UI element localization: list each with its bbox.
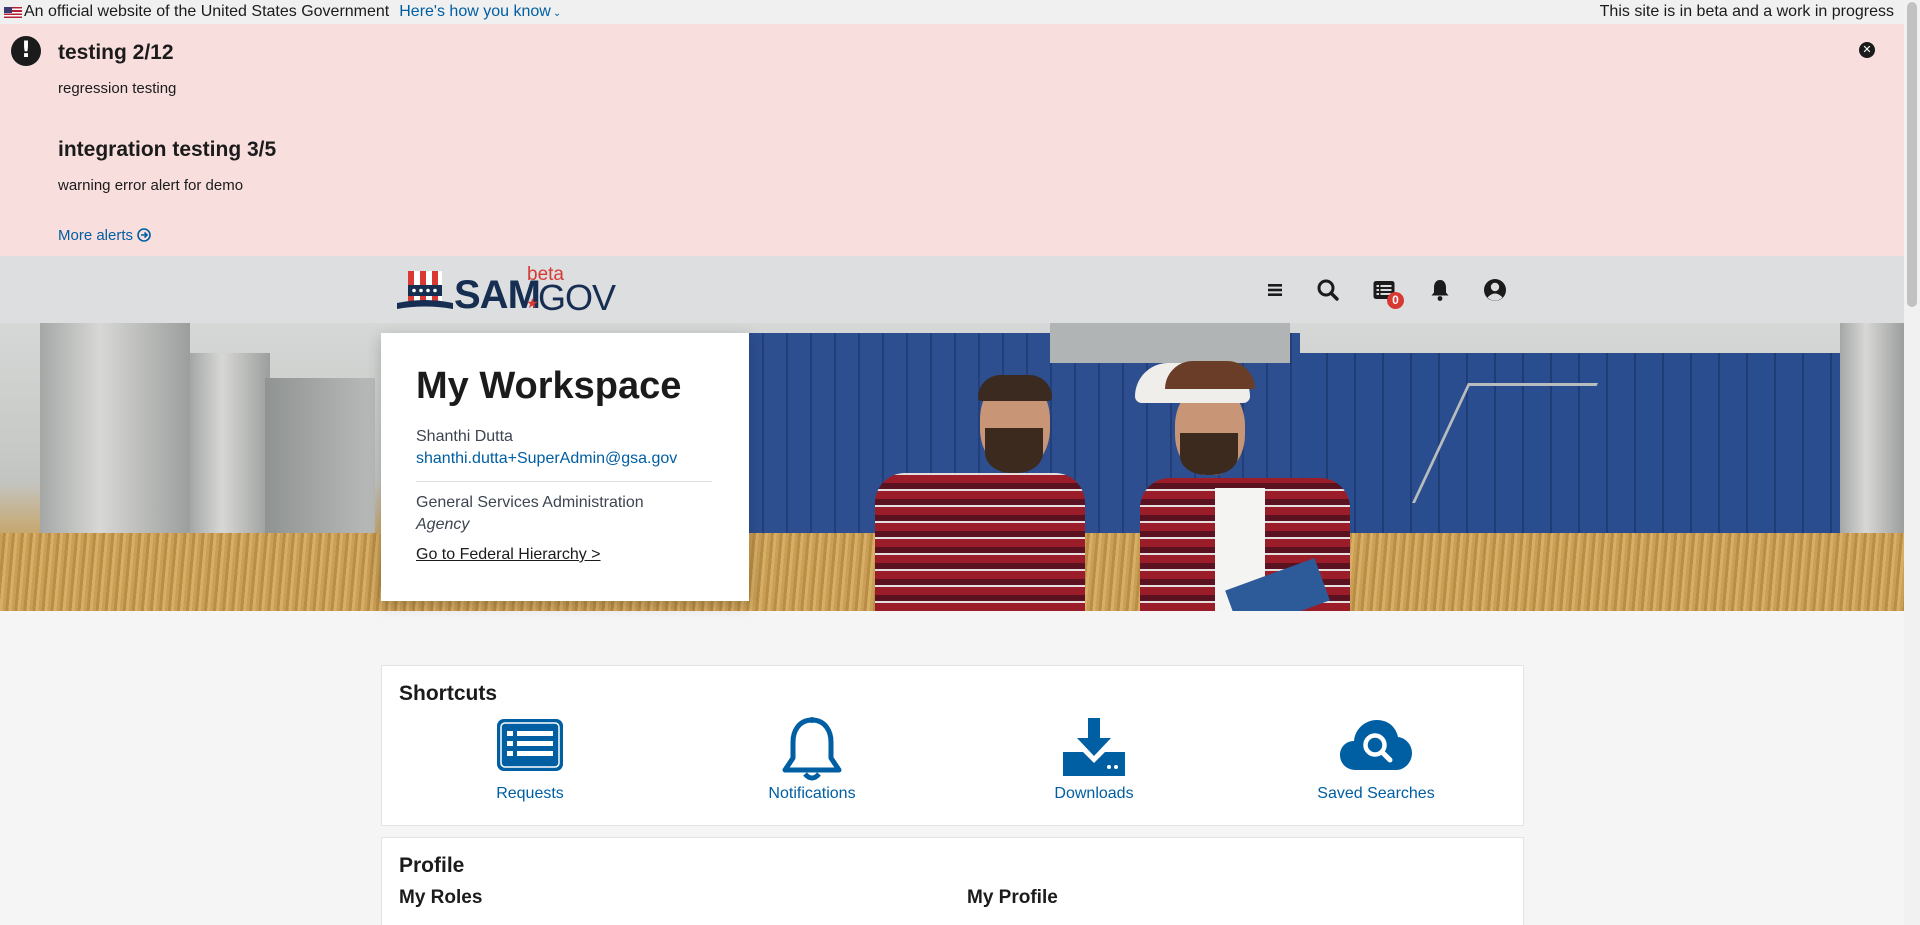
star-icon: ★ [526, 295, 539, 311]
alert-body: warning error alert for demo [58, 177, 244, 194]
shortcut-label: Requests [496, 785, 564, 802]
shortcut-saved-searches[interactable]: Saved Searches [1276, 716, 1476, 806]
beta-notice: This site is in beta and a work in progr… [1599, 3, 1894, 20]
menu-icon[interactable] [1261, 276, 1289, 304]
shortcut-downloads[interactable]: Downloads [994, 716, 1194, 806]
profile-panel: Profile My Roles My Profile [381, 837, 1524, 925]
shortcut-notifications[interactable]: Notifications [712, 716, 912, 806]
chevron-down-icon: ⌄ [552, 8, 562, 19]
how-you-know-link[interactable]: Here's how you know ⌄ [399, 3, 561, 21]
organization-name: General Services Administration [416, 494, 644, 511]
user-icon[interactable] [1481, 276, 1509, 304]
divider [416, 481, 712, 482]
how-you-know-label: Here's how you know [399, 3, 551, 20]
alert-title: testing 2/12 [58, 41, 174, 64]
alert-body: regression testing [58, 80, 177, 97]
shortcut-requests[interactable]: Requests [430, 716, 630, 806]
sam-logo[interactable]: SAM beta ★ GOV [397, 264, 616, 318]
notification-count-badge: 0 [1387, 292, 1404, 309]
shortcut-label: Saved Searches [1317, 785, 1435, 802]
page-scrollbar[interactable] [1904, 0, 1920, 925]
shortcut-label: Notifications [768, 785, 856, 802]
close-icon[interactable]: ✕ [1859, 42, 1875, 58]
official-site-text: An official website of the United States… [24, 3, 390, 20]
shortcut-label: Downloads [1054, 785, 1134, 802]
profile-title: Profile [399, 854, 465, 877]
uncle-sam-hat-icon [397, 271, 453, 309]
my-profile-heading: My Profile [967, 887, 1058, 908]
federal-hierarchy-link[interactable]: Go to Federal Hierarchy > [416, 546, 601, 564]
shortcuts-title: Shortcuts [399, 682, 498, 705]
bell-icon[interactable] [1426, 276, 1454, 304]
us-flag-icon [4, 6, 22, 18]
search-icon[interactable] [1314, 276, 1342, 304]
scrollbar-thumb[interactable] [1907, 2, 1917, 307]
gov-banner: An official website of the United States… [0, 0, 1904, 24]
cloud-search-icon [1340, 720, 1412, 770]
download-icon [1063, 718, 1125, 776]
shortcuts-panel: Shortcuts Requests Notifications Downloa… [381, 665, 1524, 826]
page-title: My Workspace [416, 365, 682, 407]
organization-type: Agency [416, 516, 470, 533]
my-roles-heading: My Roles [399, 887, 483, 908]
more-alerts-link[interactable]: More alerts [58, 227, 152, 244]
more-alerts-label: More alerts [58, 227, 134, 244]
logo-gov-text: GOV [538, 277, 616, 318]
bell-icon [782, 717, 842, 781]
alert-title: integration testing 3/5 [58, 138, 277, 161]
list-icon [497, 719, 563, 771]
workspace-card: My Workspace Shanthi Dutta shanthi.dutta… [381, 333, 749, 601]
site-header: SAM beta ★ GOV 0 [0, 256, 1904, 323]
exclamation-icon: ! [11, 36, 41, 66]
arrow-circle-right-icon [137, 228, 152, 242]
hero-banner-image [0, 323, 1904, 611]
user-email-link[interactable]: shanthi.dutta+SuperAdmin@gsa.gov [416, 450, 677, 468]
user-name: Shanthi Dutta [416, 428, 513, 445]
alerts-banner: ! ✕ testing 2/12 regression testing inte… [0, 24, 1904, 256]
